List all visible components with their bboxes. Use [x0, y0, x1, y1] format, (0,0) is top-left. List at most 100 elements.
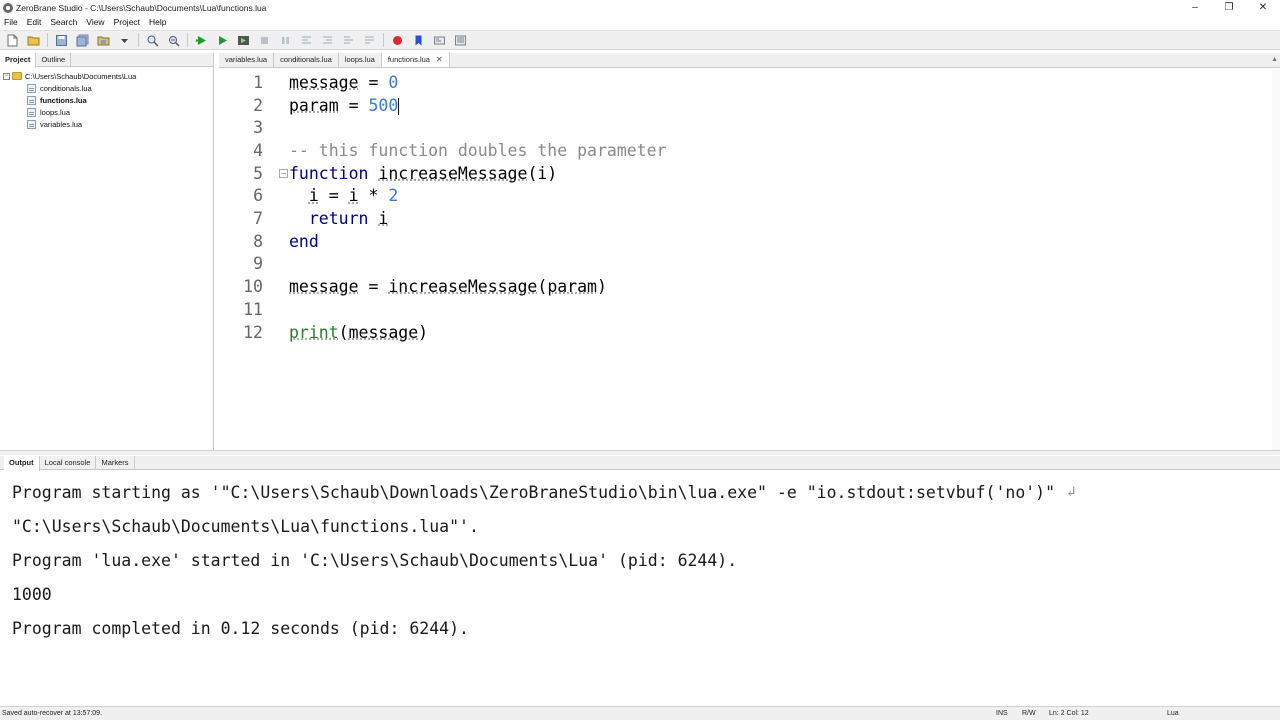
- tree-file-conditionals[interactable]: conditionals.lua: [0, 82, 213, 94]
- project-dir-icon[interactable]: [95, 32, 111, 48]
- tab-functions-lua[interactable]: functions.lua ✕: [381, 52, 450, 67]
- tree-file-label: functions.lua: [40, 95, 87, 105]
- tab-output[interactable]: Output: [4, 456, 40, 471]
- window-controls: – ❐ ✕: [1178, 0, 1280, 15]
- lua-file-icon: [27, 95, 36, 105]
- toolbar-separator: [383, 33, 384, 47]
- tree-file-label: conditionals.lua: [40, 83, 92, 93]
- editor-scrollbar[interactable]: [1272, 69, 1280, 450]
- code-line-9: 9: [219, 253, 1280, 276]
- new-file-icon[interactable]: [4, 32, 20, 48]
- tree-file-functions[interactable]: functions.lua: [0, 94, 213, 106]
- close-button[interactable]: ✕: [1246, 0, 1280, 15]
- code-line-11: 11: [219, 298, 1280, 321]
- output-line: Program 'lua.exe' started in 'C:\Users\S…: [12, 550, 738, 570]
- bookmark-icon[interactable]: [410, 32, 426, 48]
- code-line-1: 1 message = 0: [219, 71, 1280, 94]
- lua-file-icon: [27, 119, 36, 129]
- start-debug-icon[interactable]: [193, 32, 209, 48]
- step-into-icon[interactable]: [298, 32, 314, 48]
- toolbar: [0, 30, 1280, 50]
- line-number: 2: [253, 95, 263, 115]
- lua-file-icon: [27, 83, 36, 93]
- maximize-button[interactable]: ❐: [1212, 0, 1246, 15]
- save-icon[interactable]: [53, 32, 69, 48]
- fold-collapse-icon[interactable]: −: [279, 168, 288, 178]
- stack-icon[interactable]: [452, 32, 468, 48]
- status-insert-mode: INS: [996, 710, 1008, 717]
- app-logo-icon: [3, 2, 13, 13]
- step-over-icon[interactable]: [319, 32, 335, 48]
- code-line-7: 7 return i: [219, 207, 1280, 230]
- line-number: 6: [253, 186, 263, 206]
- stop-icon[interactable]: [256, 32, 272, 48]
- menu-project[interactable]: Project: [114, 17, 140, 27]
- tree-root-folder[interactable]: − C:\Users\Schaub\Documents\Lua: [0, 70, 213, 82]
- line-number: 5: [253, 163, 263, 183]
- trace-icon[interactable]: [361, 32, 377, 48]
- status-language: Lua: [1167, 710, 1179, 717]
- tab-markers[interactable]: Markers: [96, 456, 135, 470]
- project-dir-dropdown-icon[interactable]: [116, 32, 132, 48]
- code-line-3: 3: [219, 116, 1280, 139]
- output-console[interactable]: Program starting as '"C:\Users\Schaub\Do…: [0, 471, 1280, 704]
- code-line-8: 8 end: [219, 230, 1280, 253]
- panel-splitter[interactable]: [0, 450, 1280, 455]
- status-cursor-position: Ln: 2 Col: 12: [1049, 710, 1089, 717]
- tab-project[interactable]: Project: [0, 53, 37, 68]
- text-caret: [398, 97, 400, 115]
- code-line-4: 4 -- this function doubles the parameter: [219, 139, 1280, 162]
- find-icon[interactable]: [144, 32, 160, 48]
- line-number: 10: [243, 277, 263, 297]
- line-number: 3: [253, 118, 263, 138]
- tab-label: variables.lua: [225, 55, 268, 64]
- breakpoint-icon[interactable]: [389, 32, 405, 48]
- menu-view[interactable]: View: [86, 17, 104, 27]
- tab-scroll-up-icon[interactable]: ▲: [1271, 56, 1278, 63]
- code-line-2: 2 param = 500: [219, 94, 1280, 117]
- output-line: "C:\Users\Schaub\Documents\Lua\functions…: [12, 516, 479, 536]
- compile-icon[interactable]: [235, 32, 251, 48]
- menu-file[interactable]: File: [4, 17, 18, 27]
- project-panel: Project Outline − C:\Users\Schaub\Docume…: [0, 53, 214, 450]
- close-tab-icon[interactable]: ✕: [436, 53, 443, 67]
- tree-root-label: C:\Users\Schaub\Documents\Lua: [25, 71, 137, 81]
- tree-file-variables[interactable]: variables.lua: [0, 118, 213, 130]
- tab-loops-lua[interactable]: loops.lua: [339, 53, 382, 67]
- minimize-button[interactable]: –: [1178, 0, 1212, 15]
- watch-icon[interactable]: [431, 32, 447, 48]
- tab-conditionals-lua[interactable]: conditionals.lua: [274, 53, 339, 67]
- line-number: 1: [253, 72, 263, 92]
- tree-file-label: loops.lua: [40, 107, 71, 117]
- window-title: ZeroBrane Studio - C:\Users\Schaub\Docum…: [16, 2, 267, 13]
- tree-file-loops[interactable]: loops.lua: [0, 106, 213, 118]
- output-line: 1000: [12, 584, 52, 604]
- run-icon[interactable]: [214, 32, 230, 48]
- open-file-icon[interactable]: [25, 32, 41, 48]
- step-out-icon[interactable]: [340, 32, 356, 48]
- line-number: 8: [253, 231, 263, 251]
- tab-local-console[interactable]: Local console: [40, 456, 97, 470]
- break-icon[interactable]: [277, 32, 293, 48]
- tab-outline[interactable]: Outline: [36, 53, 72, 67]
- code-editor[interactable]: 1 message = 0 2 param = 500 3 4 -- this …: [219, 69, 1280, 450]
- line-number: 7: [253, 209, 263, 229]
- menu-help[interactable]: Help: [149, 17, 166, 27]
- tree-file-label: variables.lua: [40, 119, 83, 129]
- toolbar-separator: [138, 33, 139, 47]
- line-number: 11: [243, 299, 263, 319]
- line-number: 12: [243, 322, 263, 342]
- tab-label: loops.lua: [344, 55, 375, 64]
- output-line: Program starting as '"C:\Users\Schaub\Do…: [12, 482, 1076, 502]
- wrap-indicator-icon: ↲: [1067, 484, 1076, 500]
- tab-variables-lua[interactable]: variables.lua: [219, 53, 275, 67]
- folder-icon: [12, 72, 22, 80]
- save-all-icon[interactable]: [74, 32, 90, 48]
- code-line-12: 12 print(message): [219, 321, 1280, 344]
- replace-icon[interactable]: [165, 32, 181, 48]
- status-message: Saved auto-recover at 13:57:09.: [2, 710, 103, 717]
- editor-tabs: variables.lua conditionals.lua loops.lua…: [219, 52, 1280, 68]
- collapse-icon[interactable]: −: [3, 72, 10, 80]
- menu-edit[interactable]: Edit: [27, 17, 42, 27]
- menu-search[interactable]: Search: [50, 17, 77, 27]
